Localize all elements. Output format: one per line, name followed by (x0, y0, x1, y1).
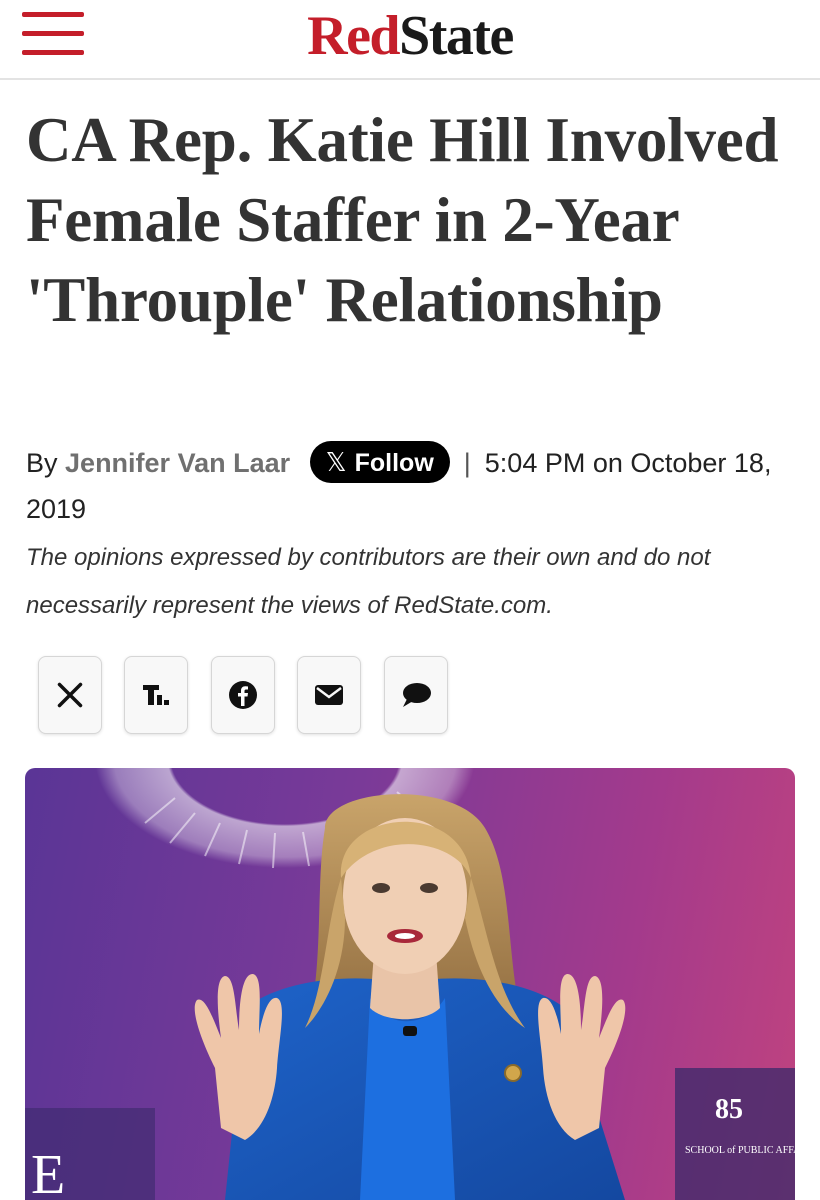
opinion-disclaimer: The opinions expressed by contributors a… (26, 544, 711, 619)
logo-black-part: State (399, 5, 514, 67)
share-email-button[interactable] (297, 656, 361, 734)
article-headline: CA Rep. Katie Hill Involved Female Staff… (26, 105, 779, 335)
banner-left-letter: E (31, 1144, 65, 1200)
share-facebook-button[interactable] (211, 656, 275, 734)
banner-number: 85 (715, 1094, 743, 1125)
site-logo[interactable]: RedState (0, 4, 820, 68)
byline-prefix: By (26, 448, 58, 478)
hero-illustration: 85 SCHOOL of PUBLIC AFFAIRS E (25, 768, 795, 1200)
x-logo-icon: 𝕏 (325, 446, 347, 477)
share-comment-button[interactable] (384, 656, 448, 734)
facebook-icon (229, 681, 257, 709)
share-townhall-button[interactable] (124, 656, 188, 734)
follow-label: Follow (354, 448, 434, 477)
x-icon (57, 682, 83, 708)
logo-red-part: Red (307, 5, 400, 67)
x-follow-button[interactable]: 𝕏 Follow (309, 440, 450, 483)
byline: By Jennifer Van Laar 𝕏 Follow | 5:04 PM on … (26, 440, 806, 532)
comment-icon (403, 683, 431, 707)
author-link[interactable]: Jennifer Van Laar (65, 448, 290, 478)
email-icon (315, 685, 343, 705)
site-header: RedState (0, 0, 820, 80)
hero-image: 85 SCHOOL of PUBLIC AFFAIRS E (25, 768, 795, 1200)
townhall-icon (143, 685, 169, 705)
share-x-button[interactable] (38, 656, 102, 734)
banner-text: SCHOOL of PUBLIC AFFAIRS (685, 1145, 795, 1156)
byline-separator: | (463, 448, 471, 478)
